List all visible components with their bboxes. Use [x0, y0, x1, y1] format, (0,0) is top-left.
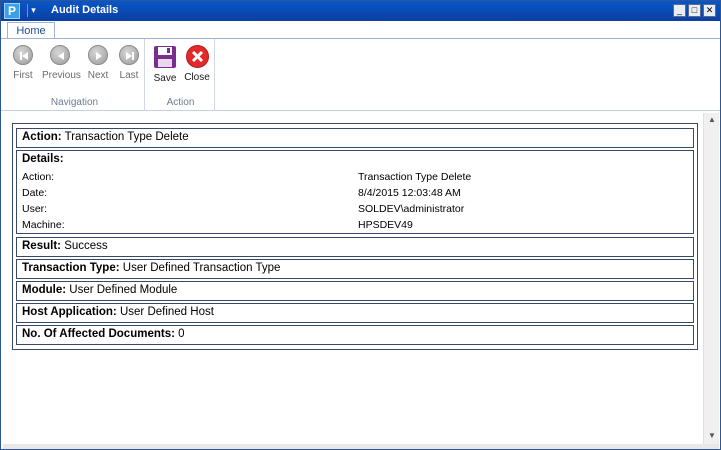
horizontal-scrollbar[interactable]	[3, 444, 719, 449]
details-value: 8/4/2015 12:03:48 AM	[358, 187, 461, 199]
module-row: Module: User Defined Module	[16, 281, 694, 301]
details-row-user: User: SOLDEV\administrator	[22, 201, 688, 217]
module-value: User Defined Module	[69, 284, 178, 296]
affected-documents-value: 0	[178, 328, 185, 340]
vertical-scrollbar[interactable]: ▲ ▼	[703, 113, 719, 445]
details-key: User:	[22, 203, 48, 215]
result-row: Result: Success	[16, 237, 694, 257]
quick-access-dropdown-icon[interactable]: ▾	[27, 4, 39, 17]
details-value: SOLDEV\administrator	[358, 203, 465, 215]
close-button-label: Close	[184, 72, 210, 83]
save-button-label: Save	[153, 73, 177, 84]
details-key: Date:	[22, 187, 48, 199]
app-logo-icon[interactable]: P	[4, 3, 20, 19]
close-button[interactable]: Close	[179, 45, 215, 83]
details-key: Machine:	[22, 219, 65, 231]
action-row: Action: Transaction Type Delete	[16, 128, 694, 148]
title-bar: P ▾ Audit Details _ □ ✕	[1, 1, 720, 21]
action-value: Transaction Type Delete	[64, 131, 189, 143]
transaction-type-label: Transaction Type:	[22, 262, 120, 274]
details-row-date: Date: 8/4/2015 12:03:48 AM	[22, 185, 688, 201]
result-value: Success	[64, 240, 108, 252]
first-button-label: First	[13, 70, 33, 81]
scroll-down-arrow-icon[interactable]: ▼	[707, 431, 717, 441]
navigation-group-label: Navigation	[50, 97, 99, 108]
transaction-type-row: Transaction Type: User Defined Transacti…	[16, 259, 694, 279]
details-key: Action:	[22, 171, 55, 183]
result-label: Result:	[22, 240, 61, 252]
details-section: Details: Action: Transaction Type Delete…	[16, 150, 694, 234]
affected-documents-label: No. Of Affected Documents:	[22, 328, 175, 340]
close-icon	[185, 45, 209, 68]
scroll-up-arrow-icon[interactable]: ▲	[707, 115, 717, 125]
skip-last-icon	[119, 45, 139, 65]
module-label: Module:	[22, 284, 67, 296]
save-button[interactable]: Save	[147, 45, 183, 84]
details-value: HPSDEV49	[358, 219, 413, 231]
minimize-button[interactable]: _	[673, 4, 686, 17]
action-label: Action:	[22, 131, 62, 143]
navigation-group: First Previous Next Last Navigation	[5, 39, 145, 111]
host-application-row: Host Application: User Defined Host	[16, 303, 694, 323]
ribbon-tab-row: Home	[1, 21, 720, 40]
audit-content-area: Action: Transaction Type Delete Details:…	[3, 113, 703, 445]
host-application-value: User Defined Host	[119, 306, 214, 318]
action-group: Save Close Action	[147, 39, 215, 111]
affected-documents-row: No. Of Affected Documents: 0	[16, 325, 694, 345]
previous-button[interactable]: Previous	[42, 45, 81, 81]
maximize-button[interactable]: □	[688, 4, 701, 17]
window-controls: _ □ ✕	[673, 4, 716, 17]
previous-button-label: Previous	[42, 70, 81, 81]
next-button-label: Next	[87, 70, 109, 81]
details-row-action: Action: Transaction Type Delete	[22, 169, 688, 185]
close-window-button[interactable]: ✕	[703, 4, 716, 17]
first-button[interactable]: First	[5, 45, 41, 81]
ribbon: First Previous Next Last Navigation Save…	[1, 38, 720, 111]
audit-details-window: P ▾ Audit Details _ □ ✕ Home First Previ…	[0, 0, 721, 450]
last-button-label: Last	[119, 70, 139, 81]
floppy-disk-icon	[154, 46, 176, 68]
last-button[interactable]: Last	[111, 45, 147, 81]
details-value: Transaction Type Delete	[358, 171, 472, 183]
host-application-label: Host Application:	[22, 306, 117, 318]
previous-icon	[50, 45, 70, 65]
window-title: Audit Details	[51, 4, 119, 16]
skip-first-icon	[13, 45, 33, 65]
next-icon	[88, 45, 108, 65]
audit-details-frame: Action: Transaction Type Delete Details:…	[12, 123, 698, 350]
transaction-type-value: User Defined Transaction Type	[122, 262, 281, 274]
details-label: Details:	[22, 153, 64, 165]
details-row-machine: Machine: HPSDEV49	[22, 217, 688, 233]
action-group-label: Action	[166, 97, 195, 108]
